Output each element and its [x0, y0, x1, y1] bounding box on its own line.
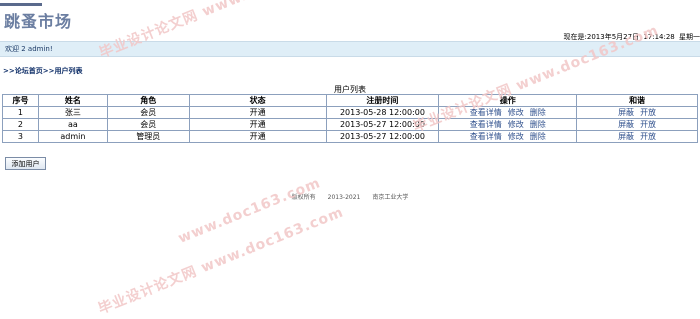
column-header-status: 状态 — [188, 94, 327, 107]
cell-status: 开通 — [188, 118, 327, 131]
cell-name: 张三 — [37, 106, 108, 119]
edit-link[interactable]: 修改 — [508, 132, 524, 141]
table-row: 3 admin 管理员 开通 2013-05-27 12:00:00 查看详情修… — [2, 130, 698, 143]
cell-status: 开通 — [188, 106, 327, 119]
breadcrumb-home-link[interactable]: 论坛首页 — [15, 67, 43, 75]
open-link[interactable]: 开放 — [640, 108, 656, 117]
clock-weekday: 星期一 — [679, 33, 700, 41]
cell-name: admin — [37, 130, 108, 143]
block-link[interactable]: 屏蔽 — [618, 108, 634, 117]
breadcrumb: >>论坛首页>>用户列表 — [3, 66, 82, 76]
view-details-link[interactable]: 查看详情 — [470, 120, 502, 129]
delete-link[interactable]: 删除 — [530, 132, 546, 141]
open-link[interactable]: 开放 — [640, 132, 656, 141]
footer: 版权所有 2013-2021 南京工业大学 — [0, 192, 700, 201]
cell-status: 开通 — [188, 130, 327, 143]
cell-actions: 查看详情 修改 删除 — [438, 118, 578, 131]
table-row: 2 aa 会员 开通 2013-05-27 12:00:00 查看详情 修改 删除 … — [2, 118, 698, 131]
column-header-role: 角色 — [106, 94, 190, 107]
footer-org: 南京工业大学 — [372, 194, 409, 201]
cell-actions: 查看详情 修改 删除 — [438, 130, 578, 143]
footer-years: 2013-2021 — [327, 194, 361, 201]
cell-moderation: 屏蔽 开放 — [576, 130, 698, 143]
breadcrumb-prefix: >> — [3, 67, 15, 75]
block-link[interactable]: 屏蔽 — [618, 120, 634, 129]
column-header-moderation: 和谐 — [576, 94, 698, 107]
welcome-text: 欢迎 2 admin! — [5, 45, 53, 53]
view-details-link[interactable]: 查看详情 — [470, 132, 502, 141]
delete-link[interactable]: 删除 — [530, 120, 546, 129]
cell-moderation: 屏蔽 开放 — [576, 118, 698, 131]
cell-id: 3 — [2, 130, 39, 143]
column-header-registered: 注册时间 — [325, 94, 440, 107]
breadcrumb-separator: >> — [42, 67, 55, 75]
column-header-name: 姓名 — [37, 94, 108, 107]
cell-role: 会员 — [106, 118, 190, 131]
open-link[interactable]: 开放 — [640, 120, 656, 129]
user-table: 序号 姓名 角色 状态 注册时间 操作 和谐 1 张三 会员 开通 2013-0… — [2, 94, 698, 143]
block-link[interactable]: 屏蔽 — [618, 132, 634, 141]
table-header-row: 序号 姓名 角色 状态 注册时间 操作 和谐 — [2, 94, 698, 107]
edit-link[interactable]: 修改 — [508, 108, 524, 117]
cell-id: 2 — [2, 118, 39, 131]
breadcrumb-current: 用户列表 — [54, 67, 83, 75]
cell-moderation: 屏蔽 开放 — [576, 106, 698, 119]
cell-id: 1 — [2, 106, 39, 119]
site-logo: 跳蚤市场 — [4, 12, 73, 31]
edit-link[interactable]: 修改 — [508, 120, 524, 129]
brand-accent-bar — [0, 3, 42, 6]
cell-name: aa — [37, 118, 108, 131]
table-row: 1 张三 会员 开通 2013-05-28 12:00:00 查看详情 修改 删除 … — [2, 106, 698, 119]
cell-role: 管理员 — [106, 130, 190, 143]
delete-link[interactable]: 删除 — [530, 108, 546, 117]
add-user-button[interactable]: 添加用户 — [5, 157, 46, 170]
column-header-id: 序号 — [2, 94, 39, 107]
cell-role: 会员 — [106, 106, 190, 119]
